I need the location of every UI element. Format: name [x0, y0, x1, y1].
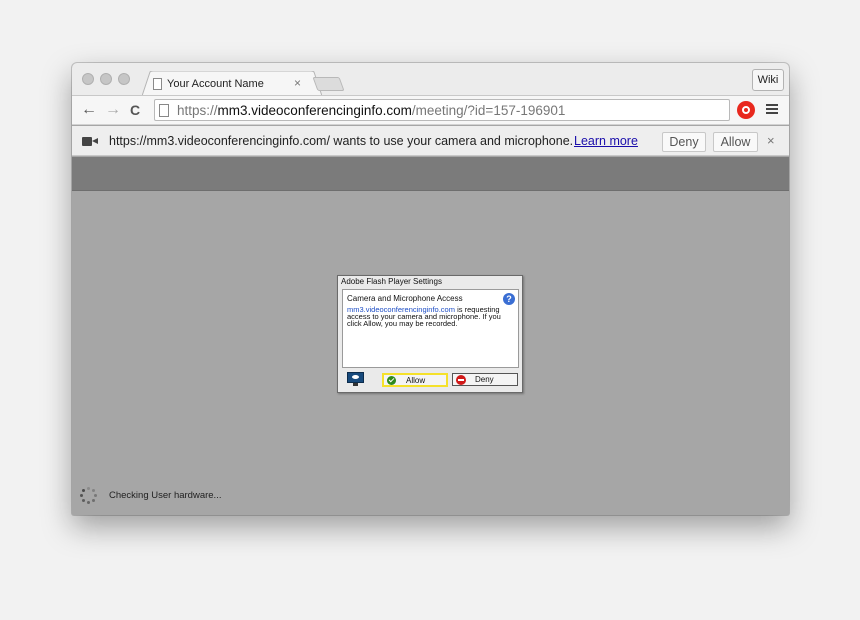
permission-message: https://mm3.videoconferencinginfo.com/ w… — [109, 134, 574, 148]
privacy-settings-icon[interactable] — [347, 372, 364, 386]
help-icon[interactable]: ? — [503, 293, 515, 305]
address-bar[interactable]: https://mm3.videoconferencinginfo.com/me… — [154, 99, 730, 121]
page-info-icon[interactable] — [159, 104, 169, 117]
browser-window: Your Account Name × Wiki ← → C https://m… — [72, 63, 789, 515]
close-window-button[interactable] — [82, 73, 94, 85]
camera-icon — [82, 137, 98, 146]
learn-more-link[interactable]: Learn more — [574, 134, 638, 148]
flash-dialog-panel: Camera and Microphone Access ? mm3.video… — [342, 289, 519, 368]
forward-arrow-icon[interactable]: → — [105, 101, 121, 119]
flash-settings-dialog: Adobe Flash Player Settings Camera and M… — [337, 275, 523, 393]
hamburger-icon[interactable] — [766, 104, 778, 114]
tab-close-icon[interactable]: × — [294, 76, 301, 90]
flash-deny-label: Deny — [475, 375, 494, 384]
document-icon — [153, 78, 162, 90]
permission-infobar: https://mm3.videoconferencinginfo.com/ w… — [72, 126, 789, 156]
flash-deny-button[interactable]: Deny — [452, 373, 518, 386]
flash-allow-button[interactable]: Allow — [382, 373, 448, 387]
no-entry-icon — [456, 375, 466, 385]
zoom-window-button[interactable] — [118, 73, 130, 85]
tab-strip: Your Account Name × Wiki — [72, 63, 789, 96]
deny-button[interactable]: Deny — [662, 132, 706, 152]
minimize-window-button[interactable] — [100, 73, 112, 85]
stop-icon[interactable] — [737, 101, 755, 119]
flash-allow-label: Allow — [406, 376, 426, 385]
status-text: Checking User hardware... — [109, 490, 222, 501]
checkmark-icon — [387, 376, 396, 385]
flash-dialog-body: mm3.videoconferencinginfo.com is request… — [347, 305, 501, 328]
url-text: https://mm3.videoconferencinginfo.com/me… — [177, 103, 566, 118]
toolbar: ← → C https://mm3.videoconferencinginfo.… — [72, 95, 789, 125]
allow-button[interactable]: Allow — [713, 132, 758, 152]
tab-title: Your Account Name — [167, 78, 264, 90]
flash-dialog-title: Adobe Flash Player Settings — [341, 277, 442, 286]
page-header-bar — [72, 157, 789, 191]
reload-icon[interactable]: C — [130, 102, 140, 118]
flash-dialog-heading: Camera and Microphone Access — [347, 294, 463, 303]
back-arrow-icon[interactable]: ← — [81, 101, 97, 119]
infobar-close-icon[interactable]: × — [767, 133, 775, 148]
loading-spinner-icon — [80, 487, 98, 505]
new-tab-button[interactable] — [312, 77, 345, 91]
wiki-button[interactable]: Wiki — [752, 69, 784, 91]
